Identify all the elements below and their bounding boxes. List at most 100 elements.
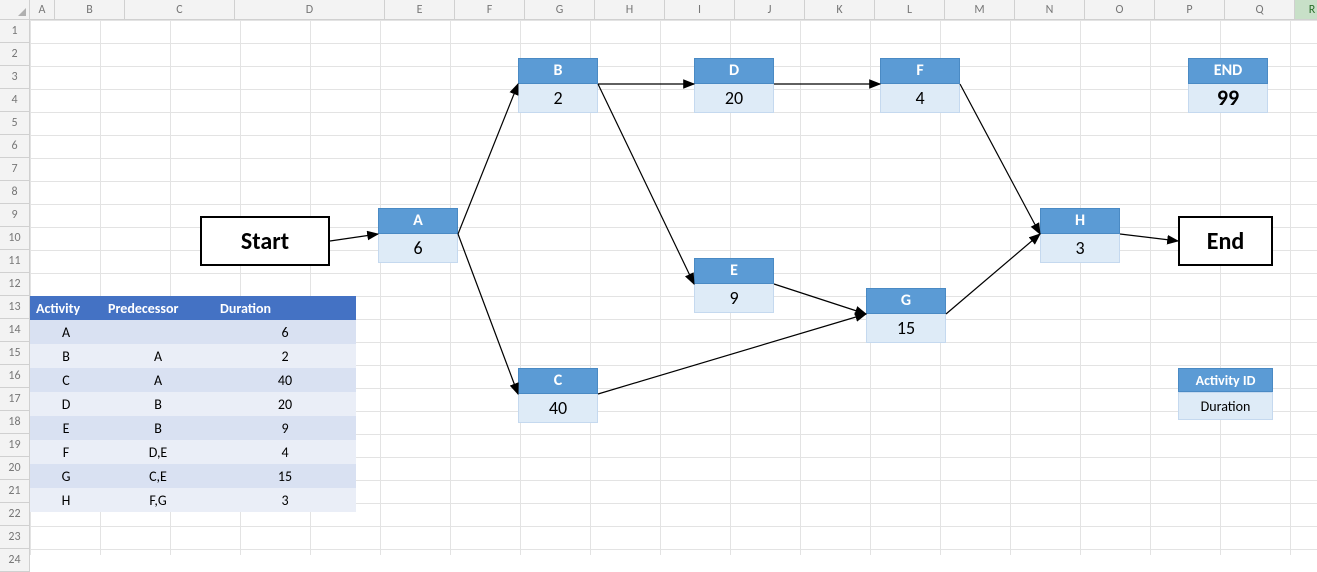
table-cell-duration[interactable]: 20	[214, 392, 356, 416]
row-header-6[interactable]: 6	[0, 135, 30, 158]
row-header-19[interactable]: 19	[0, 434, 30, 457]
column-header-E[interactable]: E	[385, 0, 455, 20]
start-node[interactable]: Start	[200, 216, 330, 266]
table-cell-activity[interactable]: B	[30, 344, 102, 368]
row-header-16[interactable]: 16	[0, 365, 30, 388]
row-header-20[interactable]: 20	[0, 457, 30, 480]
row-header-2[interactable]: 2	[0, 43, 30, 66]
column-header-M[interactable]: M	[945, 0, 1015, 20]
table-row[interactable]: HF,G3	[30, 488, 356, 512]
table-cell-predecessor[interactable]: B	[102, 392, 214, 416]
activity-node-B[interactable]: B2	[518, 58, 598, 113]
activity-node-head-G: G	[866, 288, 946, 314]
row-header-21[interactable]: 21	[0, 480, 30, 503]
table-cell-duration[interactable]: 6	[214, 320, 356, 344]
activity-node-duration-F: 4	[880, 84, 960, 113]
column-header-J[interactable]: J	[735, 0, 805, 20]
activity-node-C[interactable]: C40	[518, 368, 598, 423]
activity-node-F[interactable]: F4	[880, 58, 960, 113]
table-header-predecessor[interactable]: Predecessor	[102, 296, 214, 320]
table-cell-duration[interactable]: 9	[214, 416, 356, 440]
table-cell-predecessor[interactable]: C,E	[102, 464, 214, 488]
row-header-7[interactable]: 7	[0, 158, 30, 181]
table-cell-duration[interactable]: 3	[214, 488, 356, 512]
table-cell-duration[interactable]: 4	[214, 440, 356, 464]
table-cell-predecessor[interactable]: A	[102, 368, 214, 392]
row-header-8[interactable]: 8	[0, 181, 30, 204]
activity-node-head-B: B	[518, 58, 598, 84]
activity-node-duration-C: 40	[518, 394, 598, 423]
table-cell-predecessor[interactable]	[102, 320, 214, 344]
select-all-corner[interactable]	[0, 0, 30, 20]
column-header-P[interactable]: P	[1155, 0, 1225, 20]
table-cell-duration[interactable]: 15	[214, 464, 356, 488]
table-row[interactable]: EB9	[30, 416, 356, 440]
column-header-D[interactable]: D	[235, 0, 385, 20]
column-header-Q[interactable]: Q	[1225, 0, 1295, 20]
table-cell-activity[interactable]: A	[30, 320, 102, 344]
table-cell-duration[interactable]: 2	[214, 344, 356, 368]
column-header-G[interactable]: G	[525, 0, 595, 20]
end-node[interactable]: End	[1178, 216, 1273, 266]
table-cell-predecessor[interactable]: D,E	[102, 440, 214, 464]
activity-node-D[interactable]: D20	[694, 58, 774, 113]
column-header-O[interactable]: O	[1085, 0, 1155, 20]
column-header-B[interactable]: B	[55, 0, 125, 20]
row-header-13[interactable]: 13	[0, 296, 30, 319]
row-header-15[interactable]: 15	[0, 342, 30, 365]
table-row[interactable]: BA2	[30, 344, 356, 368]
activity-node-duration-A: 6	[378, 234, 458, 263]
row-header-5[interactable]: 5	[0, 112, 30, 135]
column-header-F[interactable]: F	[455, 0, 525, 20]
activity-node-head-H: H	[1040, 208, 1120, 234]
table-cell-predecessor[interactable]: B	[102, 416, 214, 440]
table-header-activity[interactable]: Activity	[30, 296, 102, 320]
activity-node-head-A: A	[378, 208, 458, 234]
row-header-17[interactable]: 17	[0, 388, 30, 411]
table-cell-duration[interactable]: 40	[214, 368, 356, 392]
table-cell-activity[interactable]: D	[30, 392, 102, 416]
activity-node-duration-D: 20	[694, 84, 774, 113]
end-value-node[interactable]: END 99	[1188, 58, 1268, 113]
table-cell-activity[interactable]: F	[30, 440, 102, 464]
row-header-22[interactable]: 22	[0, 503, 30, 526]
column-header-H[interactable]: H	[595, 0, 665, 20]
activity-table[interactable]: ActivityPredecessorDuration A6BA2CA40DB2…	[30, 296, 356, 512]
row-header-11[interactable]: 11	[0, 250, 30, 273]
activity-node-duration-E: 9	[694, 284, 774, 313]
start-label: Start	[241, 227, 289, 256]
column-header-K[interactable]: K	[805, 0, 875, 20]
table-cell-predecessor[interactable]: F,G	[102, 488, 214, 512]
table-cell-predecessor[interactable]: A	[102, 344, 214, 368]
column-header-L[interactable]: L	[875, 0, 945, 20]
table-cell-activity[interactable]: E	[30, 416, 102, 440]
row-header-12[interactable]: 12	[0, 273, 30, 296]
table-cell-activity[interactable]: G	[30, 464, 102, 488]
row-header-4[interactable]: 4	[0, 89, 30, 112]
row-header-9[interactable]: 9	[0, 204, 30, 227]
row-header-14[interactable]: 14	[0, 319, 30, 342]
table-cell-activity[interactable]: H	[30, 488, 102, 512]
table-row[interactable]: A6	[30, 320, 356, 344]
row-header-3[interactable]: 3	[0, 66, 30, 89]
row-header-23[interactable]: 23	[0, 526, 30, 549]
row-header-10[interactable]: 10	[0, 227, 30, 250]
table-row[interactable]: DB20	[30, 392, 356, 416]
row-header-1[interactable]: 1	[0, 20, 30, 43]
activity-node-A[interactable]: A6	[378, 208, 458, 263]
row-header-24[interactable]: 24	[0, 549, 30, 572]
activity-node-E[interactable]: E9	[694, 258, 774, 313]
table-cell-activity[interactable]: C	[30, 368, 102, 392]
column-header-A[interactable]: A	[30, 0, 55, 20]
column-header-I[interactable]: I	[665, 0, 735, 20]
column-header-R[interactable]: R	[1295, 0, 1317, 20]
table-header-duration[interactable]: Duration	[214, 296, 356, 320]
column-header-C[interactable]: C	[125, 0, 235, 20]
column-header-N[interactable]: N	[1015, 0, 1085, 20]
table-row[interactable]: FD,E4	[30, 440, 356, 464]
table-row[interactable]: GC,E15	[30, 464, 356, 488]
row-header-18[interactable]: 18	[0, 411, 30, 434]
table-row[interactable]: CA40	[30, 368, 356, 392]
activity-node-H[interactable]: H3	[1040, 208, 1120, 263]
activity-node-G[interactable]: G15	[866, 288, 946, 343]
